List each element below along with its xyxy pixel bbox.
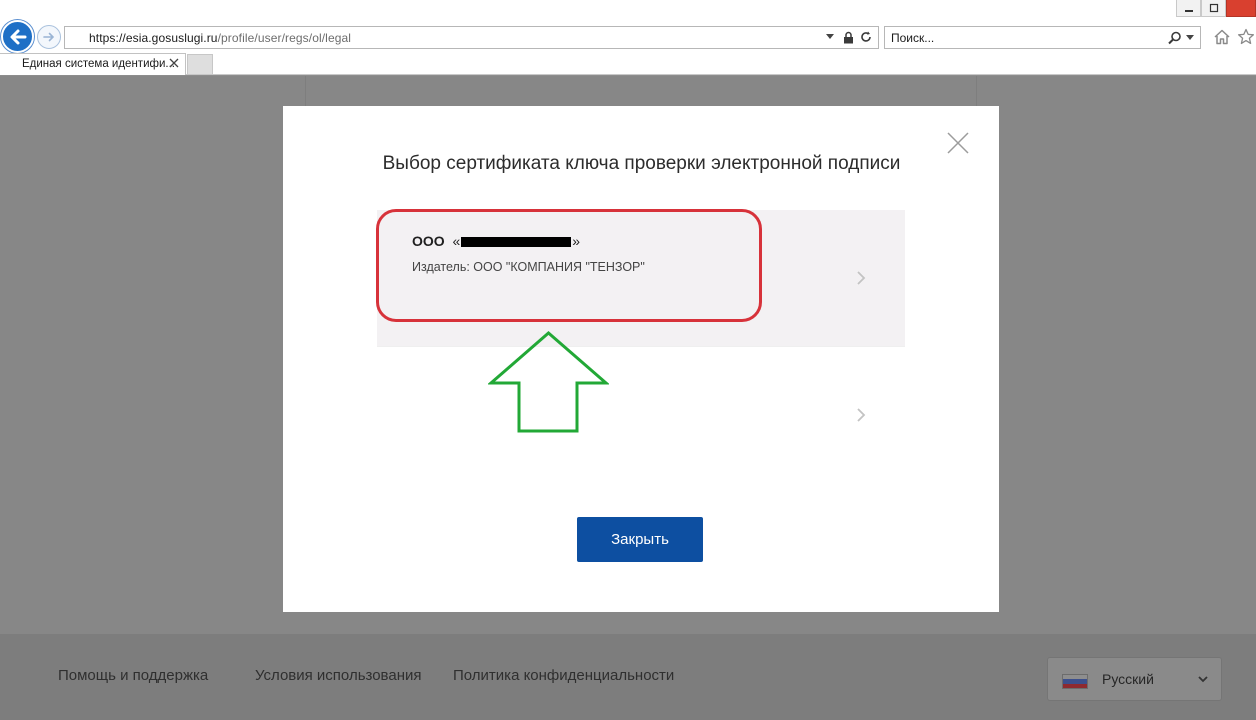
tab-esia[interactable]: Единая система идентифи... (0, 53, 186, 75)
search-dropdown-icon[interactable] (1186, 35, 1194, 41)
close-icon[interactable] (947, 132, 969, 154)
certificate-dialog: Выбор сертификата ключа проверки электро… (283, 106, 999, 612)
new-tab-button[interactable] (187, 54, 213, 75)
search-placeholder: Поиск... (891, 31, 935, 45)
tab-bar: Единая система идентифи... (0, 53, 1256, 75)
minimize-icon[interactable] (1176, 0, 1201, 17)
url-text: https://esia.gosuslugi.ru/profile/user/r… (89, 31, 352, 45)
footer: Помощь и поддержка Условия использования… (0, 634, 1256, 720)
dialog-title: Выбор сертификата ключа проверки электро… (382, 153, 901, 174)
language-select[interactable]: Русский (1047, 657, 1222, 701)
chevron-down-icon (1198, 676, 1208, 683)
highlight-annotation (376, 209, 762, 322)
certificate-item[interactable] (377, 346, 905, 486)
forward-icon (43, 32, 55, 42)
close-button[interactable]: Закрыть (577, 517, 703, 562)
tab-close-icon[interactable] (168, 57, 180, 69)
dropdown-icon[interactable] (824, 30, 836, 44)
refresh-icon[interactable] (860, 30, 872, 44)
page-content-panel (305, 76, 977, 107)
russia-flag-icon (1062, 674, 1088, 689)
lock-icon[interactable] (842, 30, 854, 44)
back-icon (10, 29, 26, 44)
browser-chrome: https://esia.gosuslugi.ru/profile/user/r… (0, 0, 1256, 75)
footer-link-privacy[interactable]: Политика конфиденциальности (453, 667, 674, 684)
forward-button[interactable] (37, 25, 61, 49)
up-arrow-annotation (488, 331, 609, 433)
chevron-right-icon (857, 271, 866, 285)
address-bar[interactable]: https://esia.gosuslugi.ru/profile/user/r… (64, 26, 879, 49)
window-close-icon[interactable] (1226, 0, 1256, 17)
footer-link-terms[interactable]: Условия использования (255, 667, 422, 684)
chevron-right-icon (857, 408, 866, 422)
star-icon[interactable] (1237, 28, 1255, 46)
language-label: Русский (1102, 671, 1154, 687)
footer-link-help[interactable]: Помощь и поддержка (58, 667, 208, 684)
tab-title: Единая система идентифи... (22, 58, 175, 70)
home-icon[interactable] (1213, 28, 1231, 46)
back-button[interactable] (1, 20, 34, 53)
maximize-icon[interactable] (1201, 0, 1226, 17)
search-box[interactable]: Поиск... (884, 26, 1201, 49)
window-controls (1176, 0, 1256, 17)
search-icon[interactable] (1168, 31, 1182, 45)
